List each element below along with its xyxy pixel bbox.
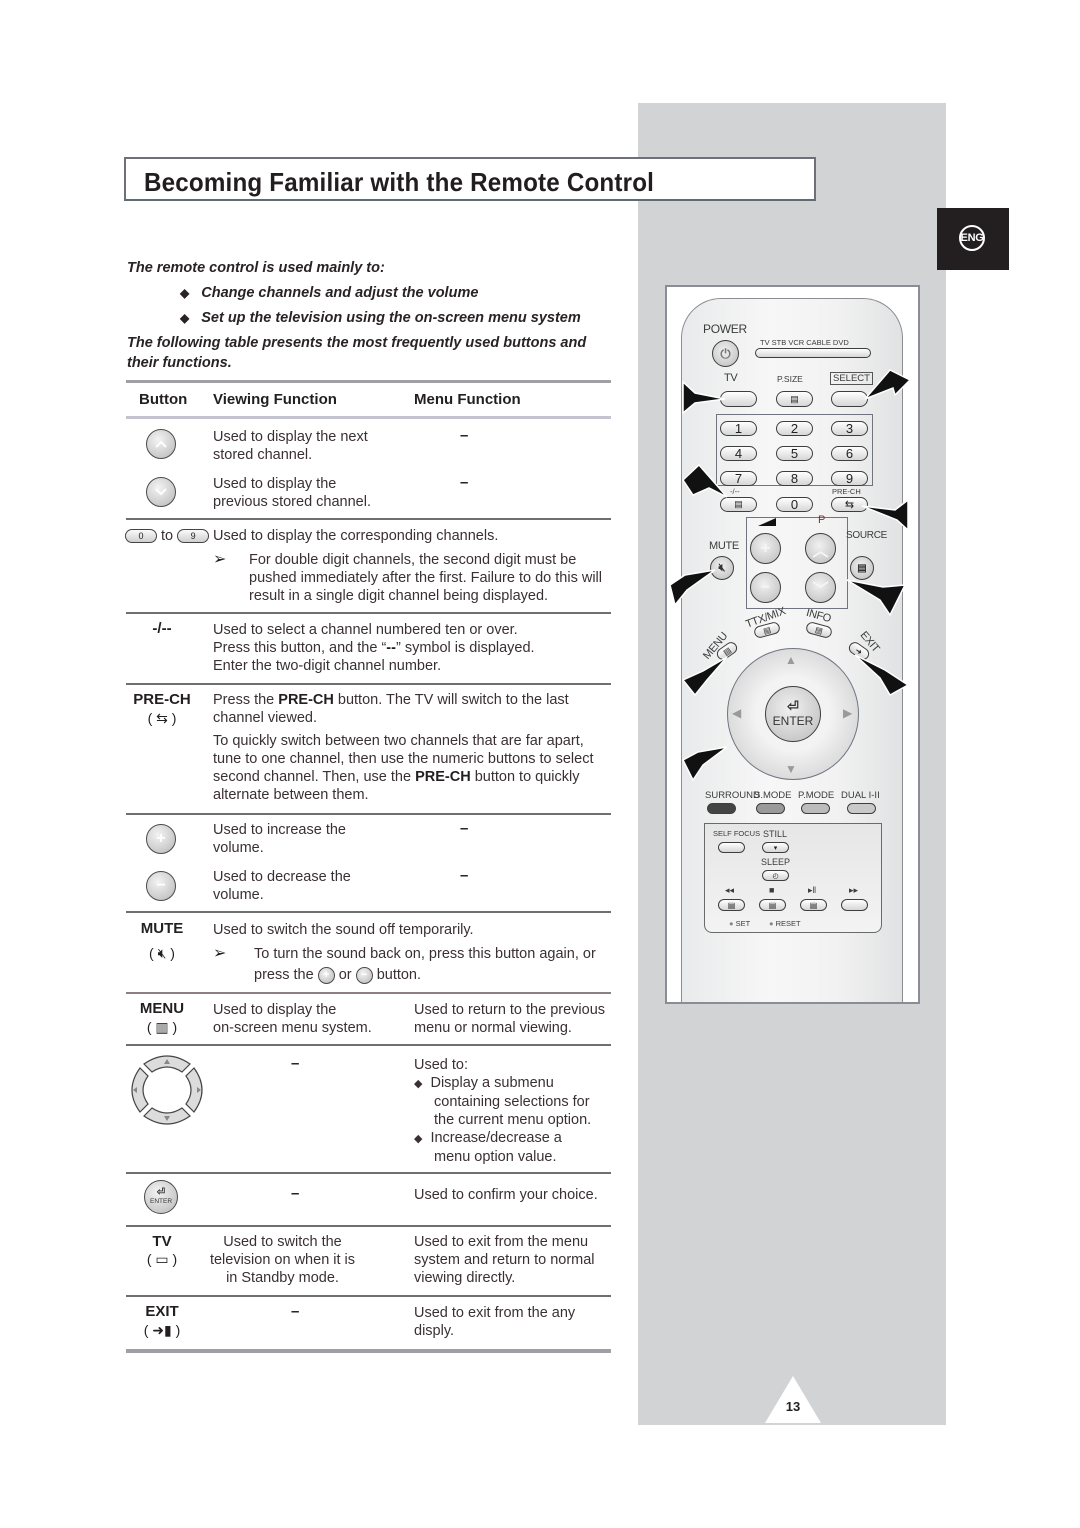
volume-down-icon: − <box>146 871 176 901</box>
pointer-tv <box>682 380 726 415</box>
menu-menu-function: Used to return to the previous menu or no… <box>414 1002 606 1036</box>
page-title: Becoming Familiar with the Remote Contro… <box>144 167 655 197</box>
row-divider <box>126 911 611 913</box>
pointer-prech <box>861 498 909 532</box>
row-divider <box>126 518 611 520</box>
channel-up-icon <box>146 429 176 459</box>
mute-viewing: Used to switch the sound off temporarily… <box>213 922 474 938</box>
table-intro-line: their functions. <box>127 355 232 371</box>
tv-button-label: TV <box>152 1233 172 1250</box>
exit-viewing: – <box>291 1303 300 1320</box>
prech-icon: ( ⇆ ) <box>147 710 177 726</box>
language-tab: ENG <box>937 208 1009 270</box>
intro-bullet: ◆ Set up the television using the on-scre… <box>180 310 581 326</box>
header-menu-function: Menu Function <box>414 391 521 408</box>
prech-viewing: Press the PRE-CH button. The TV will swi… <box>213 692 594 803</box>
header-viewing-function: Viewing Function <box>213 391 337 408</box>
volume-up-menu: – <box>460 820 469 837</box>
language-badge: ENG <box>959 225 985 251</box>
prech-button-label: PRE-CH <box>133 691 191 708</box>
table-bottom-rule <box>126 1349 611 1353</box>
channel-down-menu: – <box>460 474 469 491</box>
page-title-box: Becoming Familiar with the Remote Contro… <box>124 157 816 201</box>
row-divider <box>126 813 611 815</box>
row-divider <box>126 612 611 614</box>
channel-down-icon <box>146 477 176 507</box>
page-number: 13 <box>785 1399 801 1414</box>
diamond-bullet-icon: ◆ <box>180 286 190 300</box>
row-divider <box>126 1044 611 1046</box>
tv-viewing: Used to switch the television on when it … <box>209 1234 356 1286</box>
tv-menu-function: Used to exit from the menu system and ret… <box>414 1234 595 1286</box>
mute-button-label: MUTE <box>140 920 184 937</box>
volume-up-inline-icon: + <box>317 966 335 984</box>
exit-menu-function: Used to exit from the any disply. <box>414 1305 576 1339</box>
digit-9-key-icon: 9 <box>177 529 210 544</box>
row-divider <box>126 683 611 685</box>
menu-button-label: MENU <box>139 1000 185 1017</box>
diamond-bullet-icon: ◆ <box>414 1133 423 1145</box>
channel-up-menu: – <box>460 427 469 444</box>
digit-button-label: -/-- <box>152 620 172 637</box>
mute-icon: ( 🔇︎ ) <box>149 945 175 961</box>
intro-lead: The remote control is used mainly to: <box>127 260 385 276</box>
volume-down-inline-icon: − <box>355 966 373 984</box>
volume-down-menu: – <box>460 867 469 884</box>
numeric-viewing: Used to display the corresponding channe… <box>213 528 499 544</box>
callout-pointers <box>669 369 912 782</box>
menu-viewing: Used to display the on-screen menu system… <box>213 1002 372 1036</box>
pointer-enter <box>682 746 728 782</box>
arrows-menu-function: Used to: ◆ Display a submenu containing s… <box>414 1057 592 1165</box>
diamond-bullet-icon: ◆ <box>414 1078 423 1090</box>
digit-viewing: Used to select a channel numbered ten or… <box>213 622 535 674</box>
digit-0-key-icon: 0 <box>125 529 157 544</box>
row-divider <box>126 1295 611 1297</box>
mute-note: To turn the sound back on, press this bu… <box>254 946 596 984</box>
exit-button-label: EXIT <box>145 1303 179 1320</box>
enter-icon: ⏎ ENTER <box>144 1180 178 1214</box>
row-divider <box>126 1172 611 1174</box>
intro-bullet-text: Set up the television using the on-scree… <box>201 310 581 326</box>
navigation-arrows-icon <box>131 1055 203 1125</box>
note-arrow-icon: ➢ <box>213 945 227 962</box>
tv-icon: ( ▭ ) <box>146 1251 178 1267</box>
intro-bullet-text: Change channels and adjust the volume <box>201 285 479 301</box>
pointer-channel-down <box>846 579 907 617</box>
channel-down-viewing: Used to display the previous stored chann… <box>213 476 371 510</box>
pointer-menu <box>681 656 728 697</box>
pointer-digit <box>682 463 728 498</box>
menu-icon: ( ▥ ) <box>146 1019 178 1035</box>
volume-up-icon: + <box>146 824 176 854</box>
header-button: Button <box>139 391 188 408</box>
pointer-select <box>864 369 912 400</box>
table-intro-line: The following table presents the most fr… <box>127 335 587 351</box>
enter-menu-function: Used to confirm your choice. <box>414 1187 598 1203</box>
pointer-mute <box>669 569 716 607</box>
table-top-rule <box>126 380 611 383</box>
pointer-exit <box>854 654 910 697</box>
header-rule <box>126 416 611 419</box>
volume-down-viewing: Used to decrease the volume. <box>213 869 351 903</box>
arrows-viewing: – <box>291 1055 300 1072</box>
volume-up-viewing: Used to increase the volume. <box>213 822 346 856</box>
channel-up-viewing: Used to display the next stored channel. <box>213 429 368 463</box>
diamond-bullet-icon: ◆ <box>180 311 190 325</box>
numeric-note: For double digit channels, the second di… <box>249 552 602 604</box>
row-divider <box>126 1225 611 1227</box>
intro-bullet: ◆ Change channels and adjust the volume <box>180 285 478 301</box>
note-arrow-icon: ➢ <box>213 551 227 568</box>
numeric-keys-label: 0 to 9 <box>125 527 210 545</box>
exit-icon: ( ➜▮ ) <box>143 1322 181 1338</box>
enter-viewing: – <box>291 1185 300 1202</box>
row-divider <box>126 992 611 994</box>
